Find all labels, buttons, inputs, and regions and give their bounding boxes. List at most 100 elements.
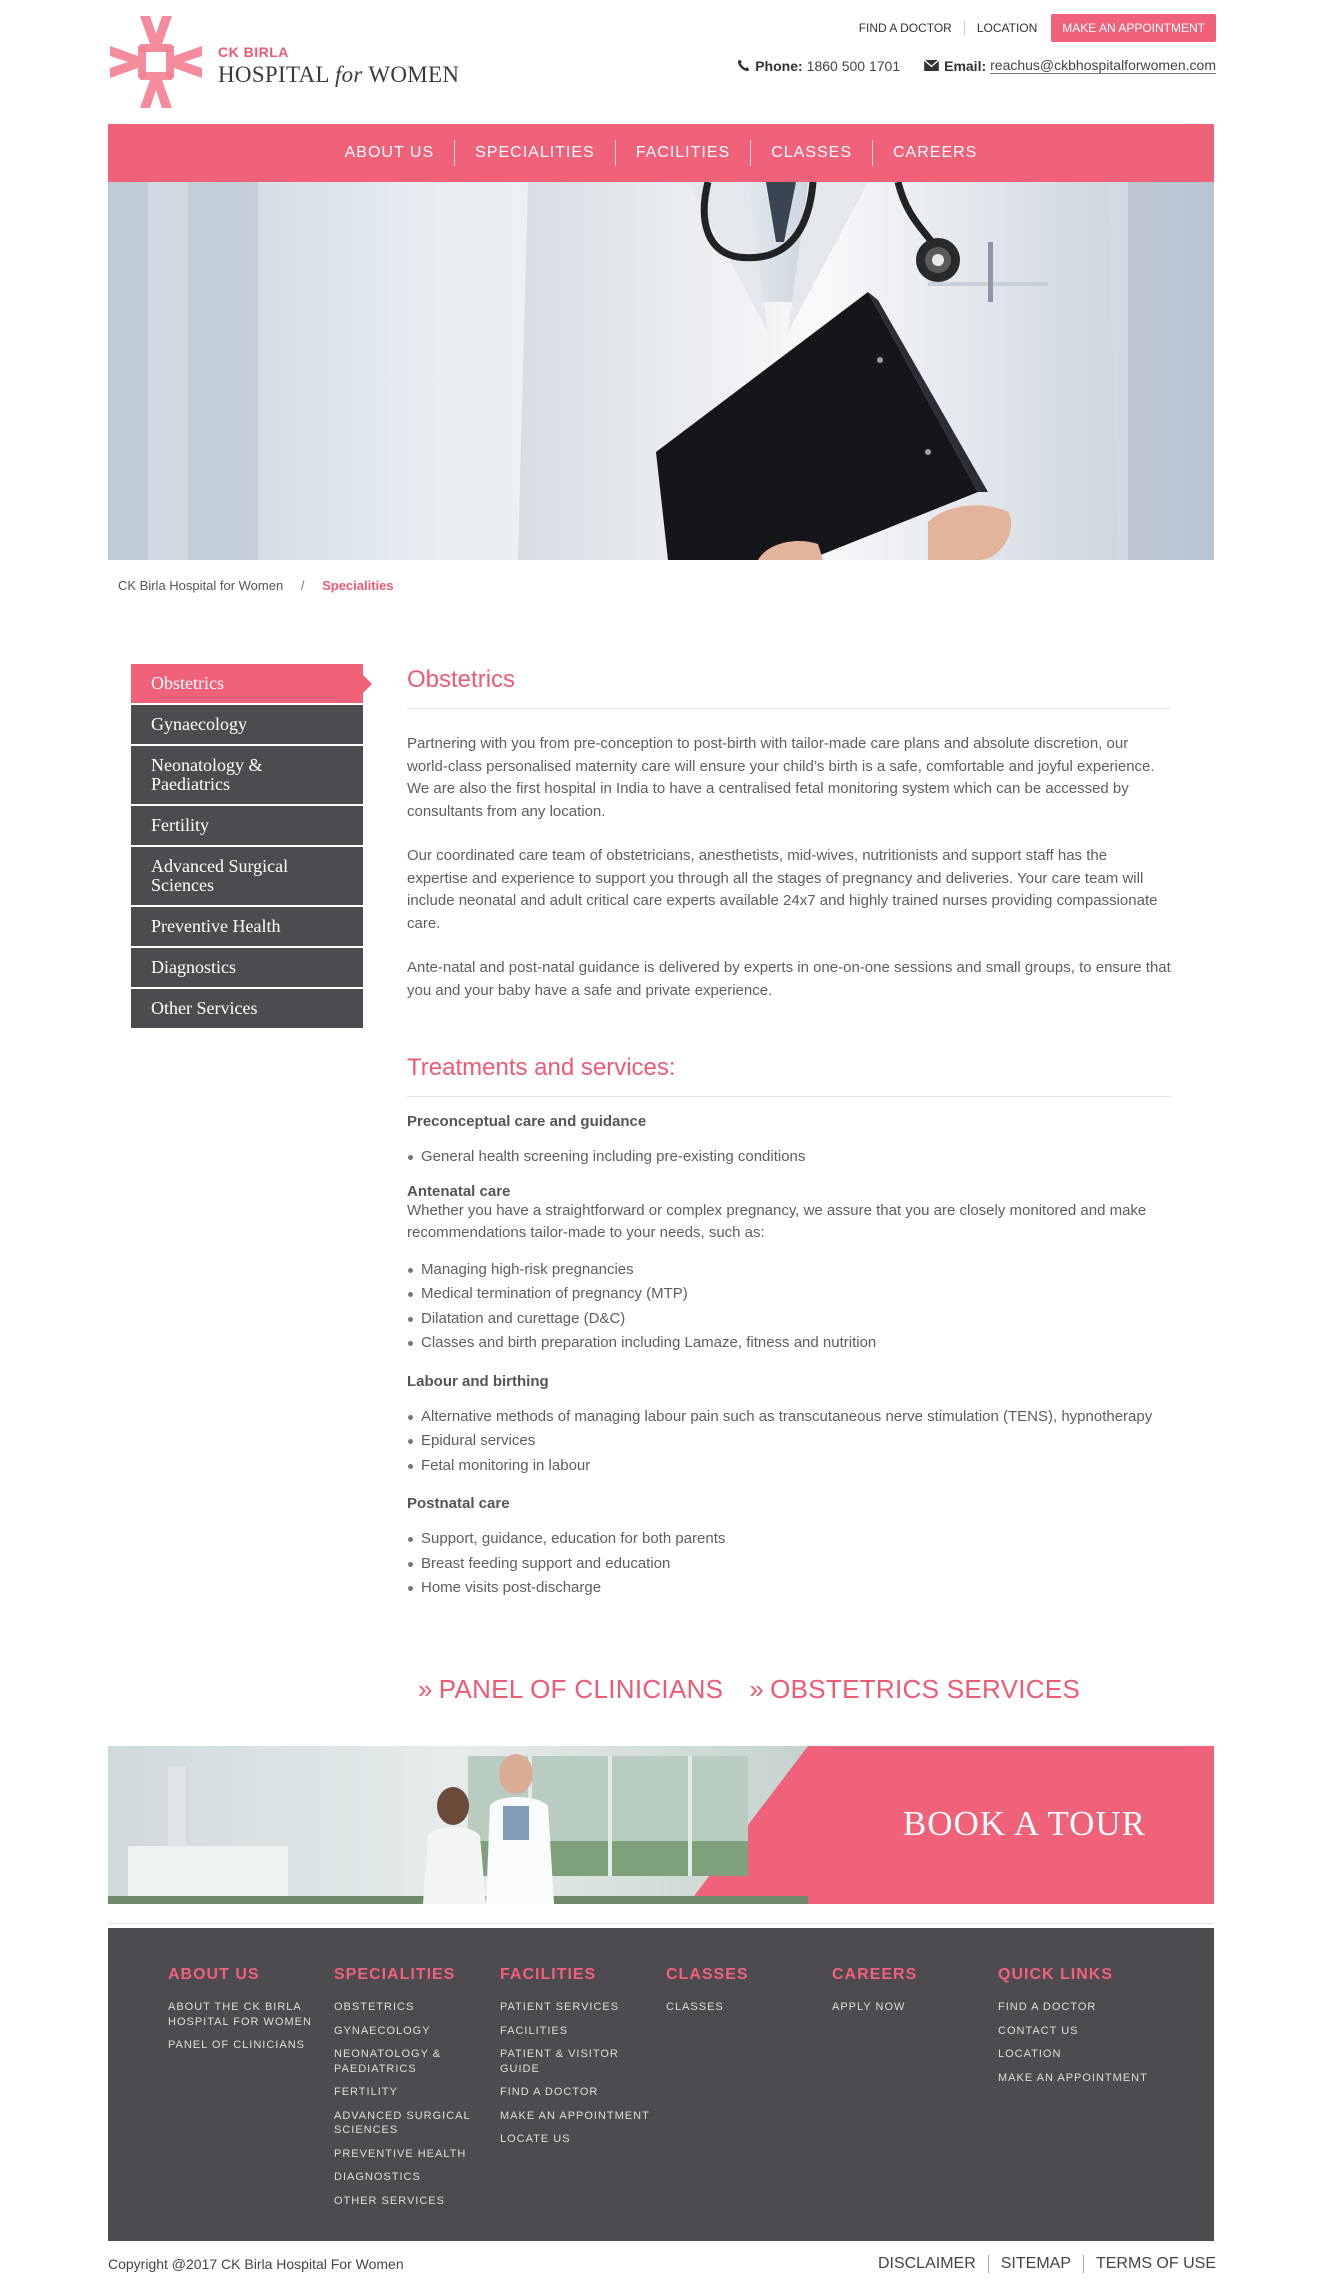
footer-heading: CLASSES [666,1966,749,1983]
footer-link[interactable]: OBSTETRICS [334,2000,494,2015]
footer-link[interactable]: ABOUT THE CK BIRLA HOSPITAL FOR WOMEN [168,2000,328,2029]
specialities-sidebar: Obstetrics Gynaecology Neonatology & Pae… [131,664,372,1030]
breadcrumb-separator: / [300,578,305,593]
treatment-group-title: Antenatal care [407,1182,511,1200]
footer-link[interactable]: CONTACT US [998,2024,1158,2039]
nav-specialities[interactable]: SPECIALITIES [455,140,616,166]
footer-heading: QUICK LINKS [998,1966,1113,1983]
footer-heading: CAREERS [832,1966,918,1983]
doctor-illustration [108,182,1214,560]
contact-info: Phone: 1860 500 1701 Email: reachus@ckbh… [713,57,1216,74]
list-item: General health screening including pre-e… [407,1146,1171,1169]
main-content: Obstetrics Partnering with you from pre-… [407,666,1171,1602]
location-link[interactable]: LOCATION [965,21,1051,35]
breadcrumb: CK Birla Hospital for Women / Specialiti… [118,578,394,593]
phone-contact[interactable]: Phone: 1860 500 1701 [737,58,900,74]
footer-link[interactable]: MAKE AN APPOINTMENT [998,2071,1158,2086]
email-value[interactable]: reachus@ckbhospitalforwomen.com [990,57,1216,74]
top-utility-links: FIND A DOCTOR LOCATION MAKE AN APPOINTME… [847,14,1216,42]
panel-of-clinicians-label: PANEL OF CLINICIANS [438,1674,724,1704]
treatment-group-description: Whether you have a straightforward or co… [407,1201,1147,1242]
footer-heading: SPECIALITIES [334,1966,456,1983]
footer-link[interactable]: PANEL OF CLINICIANS [168,2038,328,2053]
breadcrumb-current: Specialities [322,578,394,593]
footer-link[interactable]: MAKE AN APPOINTMENT [500,2109,660,2124]
list-item: Support, guidance, education for both pa… [407,1528,1171,1551]
book-a-tour-label: BOOK A TOUR [902,1804,1146,1843]
nav-classes[interactable]: CLASSES [751,140,873,166]
footer-link[interactable]: FACILITIES [500,2024,660,2039]
footer-link[interactable]: FIND A DOCTOR [998,2000,1158,2015]
footer-link[interactable]: FERTILITY [334,2085,494,2100]
sidebar-item-fertility[interactable]: Fertility [131,806,363,845]
treatment-group: Antenatal care Whether you have a straig… [407,1183,1171,1355]
footer-heading: FACILITIES [500,1966,597,1983]
hero-banner-image [108,182,1214,560]
hospital-photo [108,1746,808,1904]
sidebar-item-preventive-health[interactable]: Preventive Health [131,907,363,946]
care-team-paragraph: Our coordinated care team of obstetricia… [407,847,1158,932]
sidebar-item-neonatology[interactable]: Neonatology & Paediatrics [131,746,363,804]
sidebar-item-gynaecology[interactable]: Gynaecology [131,705,363,744]
footer-link[interactable]: ADVANCED SURGICAL SCIENCES [334,2109,494,2138]
footer-link[interactable]: LOCATE US [500,2132,660,2147]
footer-column-specialities: SPECIALITIES OBSTETRICS GYNAECOLOGY NEON… [334,1966,494,2217]
envelope-icon [924,60,940,71]
footer-link[interactable]: GYNAECOLOGY [334,2024,494,2039]
treatment-group-title: Labour and birthing [407,1372,549,1390]
list-item: Dilatation and curettage (D&C) [407,1308,1171,1331]
treatment-group-title: Postnatal care [407,1495,510,1512]
book-a-tour-banner[interactable]: BOOK A TOUR [108,1746,1214,1904]
treatment-list: Managing high-risk pregnancies Medical t… [407,1259,1171,1355]
terms-of-use-link[interactable]: TERMS OF USE [1084,2255,1216,2273]
breadcrumb-home-link[interactable]: CK Birla Hospital for Women [118,578,283,593]
footer-column-quick-links: QUICK LINKS FIND A DOCTOR CONTACT US LOC… [998,1966,1158,2094]
footer-link[interactable]: NEONATOLOGY & PAEDIATRICS [334,2047,494,2076]
sidebar-item-other-services[interactable]: Other Services [131,989,363,1028]
hospital-logo[interactable]: CK BIRLA HOSPITAL for WOMEN [108,14,459,114]
footer-link[interactable]: PATIENT & VISITOR GUIDE [500,2047,660,2076]
phone-label: Phone: [755,57,803,74]
nav-careers[interactable]: CAREERS [873,140,997,166]
nav-about-us[interactable]: ABOUT US [325,140,456,166]
footer-link[interactable]: OTHER SERVICES [334,2194,494,2209]
obstetrics-services-link[interactable]: » OBSTETRICS SERVICES [749,1674,1080,1705]
treatment-list: Support, guidance, education for both pa… [407,1528,1171,1600]
footer-heading: ABOUT US [168,1966,260,1983]
page-title: Obstetrics [407,666,1171,709]
sitemap-link[interactable]: SITEMAP [989,2255,1084,2273]
main-navigation: ABOUT US SPECIALITIES FACILITIES CLASSES… [108,124,1214,182]
copyright-text: Copyright @2017 CK Birla Hospital For Wo… [108,2256,404,2272]
panel-of-clinicians-link[interactable]: » PANEL OF CLINICIANS [418,1674,723,1705]
nav-facilities[interactable]: FACILITIES [616,140,752,166]
list-item: Fetal monitoring in labour [407,1455,1171,1478]
footer-link[interactable]: LOCATION [998,2047,1158,2062]
treatment-group: Postnatal care Support, guidance, educat… [407,1495,1171,1600]
email-contact[interactable]: Email: reachus@ckbhospitalforwomen.com [924,57,1216,74]
footer-link[interactable]: PREVENTIVE HEALTH [334,2147,494,2162]
sidebar-item-advanced-surgical[interactable]: Advanced Surgical Sciences [131,847,363,905]
phone-value: 1860 500 1701 [806,57,901,74]
footer-column-facilities: FACILITIES PATIENT SERVICES FACILITIES P… [500,1966,660,2156]
make-appointment-button[interactable]: MAKE AN APPOINTMENT [1051,14,1216,42]
list-item: Alternative methods of managing labour p… [407,1406,1171,1429]
intro-paragraph: Partnering with you from pre-conception … [407,735,1155,820]
footer-link[interactable]: CLASSES [666,2000,826,2015]
list-item: Home visits post-discharge [407,1577,1171,1600]
treatment-list: Alternative methods of managing labour p… [407,1406,1171,1478]
disclaimer-link[interactable]: DISCLAIMER [866,2255,989,2273]
footer-link[interactable]: APPLY NOW [832,2000,992,2015]
find-a-doctor-link[interactable]: FIND A DOCTOR [847,21,965,35]
sidebar-item-diagnostics[interactable]: Diagnostics [131,948,363,987]
list-item: Medical termination of pregnancy (MTP) [407,1283,1171,1306]
list-item: Classes and birth preparation including … [407,1332,1171,1355]
footer-link[interactable]: PATIENT SERVICES [500,2000,660,2015]
footer-link[interactable]: DIAGNOSTICS [334,2170,494,2185]
cta-links: » PANEL OF CLINICIANS » OBSTETRICS SERVI… [418,1674,1106,1705]
email-label: Email: [944,57,987,74]
sidebar-item-obstetrics[interactable]: Obstetrics [131,664,372,703]
guidance-paragraph: Ante-natal and post-natal guidance is de… [407,959,1171,999]
footer-column-careers: CAREERS APPLY NOW [832,1966,992,2024]
phone-icon [738,59,750,72]
footer-link[interactable]: FIND A DOCTOR [500,2085,660,2100]
